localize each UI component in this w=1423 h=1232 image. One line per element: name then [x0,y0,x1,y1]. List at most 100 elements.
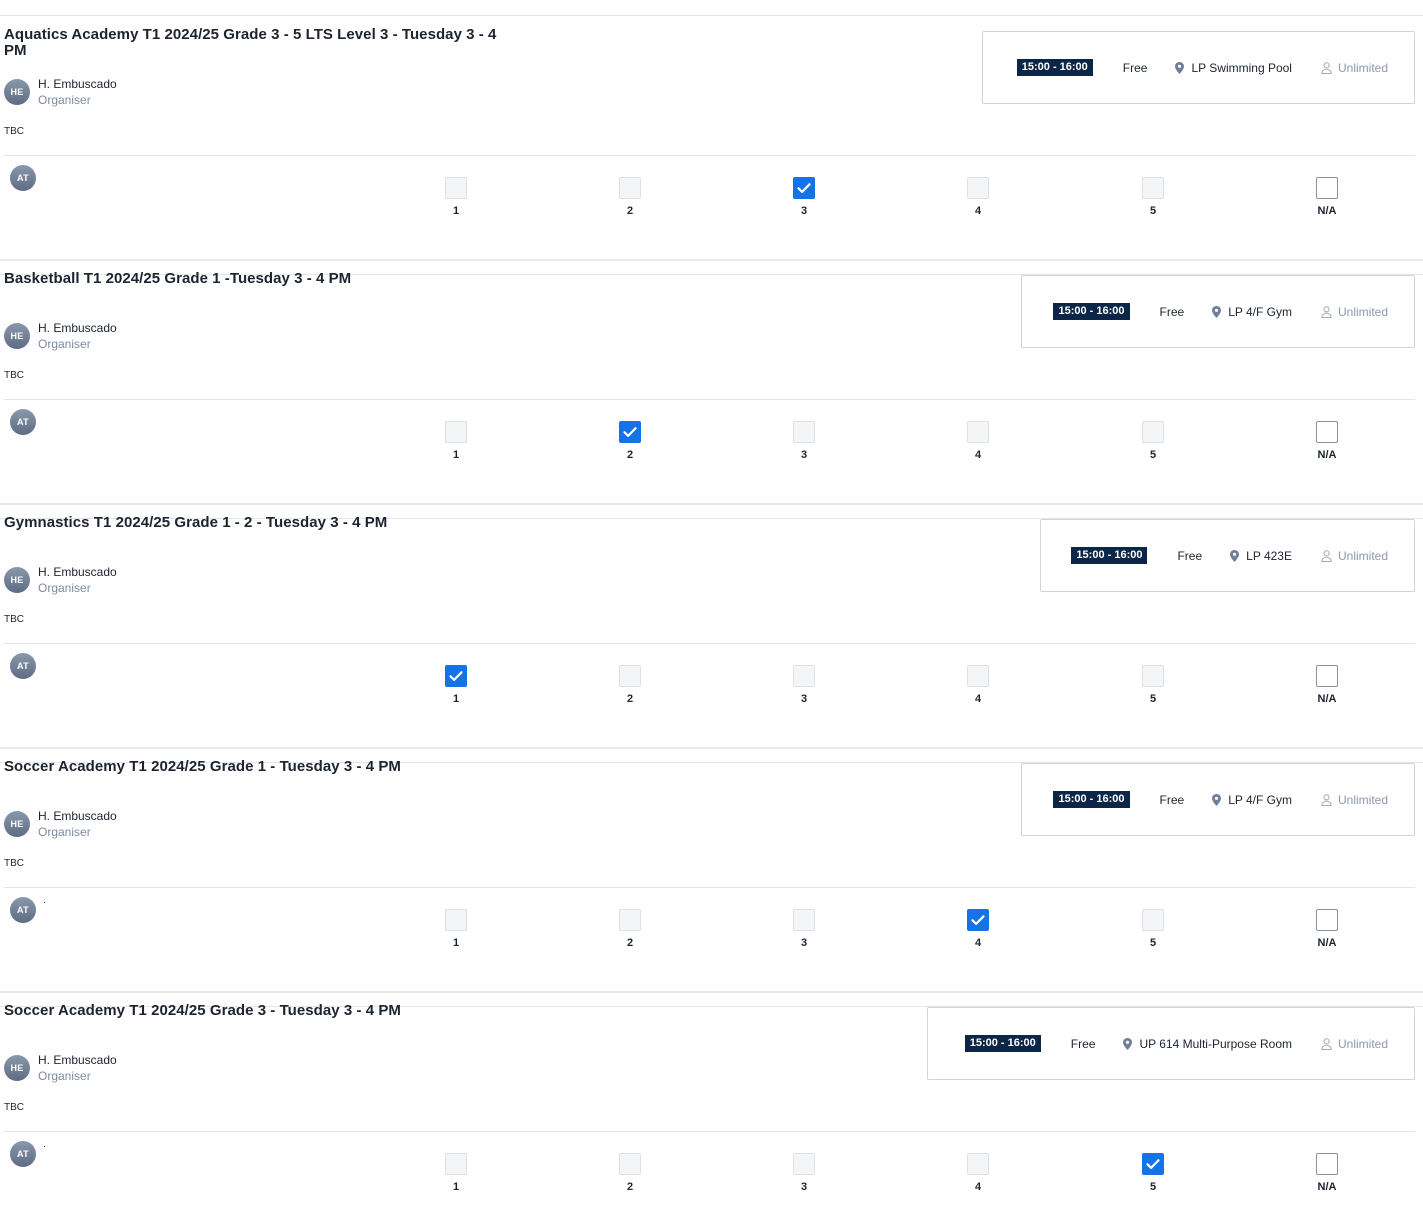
rating-checkbox[interactable] [967,177,989,199]
rating-checkbox[interactable] [1316,665,1338,687]
rating-checkbox[interactable] [793,177,815,199]
capacity: Unlimited [1321,1037,1388,1051]
rating-option-na[interactable]: N/A [1307,177,1347,217]
rating-option-5[interactable]: 5 [1133,1153,1173,1193]
rating-option-na[interactable]: N/A [1307,909,1347,949]
location: UP 614 Multi-Purpose Room [1123,1037,1292,1051]
rating-checkbox[interactable] [1316,421,1338,443]
time-badge: 15:00 - 16:00 [964,1035,1041,1052]
rating-option-5[interactable]: 5 [1133,909,1173,949]
price-label: Free [1177,548,1203,563]
location-label: LP 4/F Gym [1228,304,1292,319]
rating-checkbox[interactable] [619,665,641,687]
activity-title[interactable]: Soccer Academy T1 2024/25 Grade 3 - Tues… [4,1003,704,1019]
rating-label: 1 [452,205,460,217]
rating-checkbox[interactable] [967,665,989,687]
rating-option-3[interactable]: 3 [784,909,824,949]
rating-checkbox[interactable] [619,1153,641,1175]
organiser-avatar: HE [4,323,30,349]
organiser-role: Organiser [38,93,91,107]
rating-option-4[interactable]: 4 [958,1153,998,1193]
rating-option-na[interactable]: N/A [1307,1153,1347,1193]
activity-title[interactable]: Basketball T1 2024/25 Grade 1 -Tuesday 3… [4,271,704,287]
rating-label: 1 [452,937,460,949]
rating-checkbox[interactable] [967,1153,989,1175]
rating-checkbox[interactable] [1142,177,1164,199]
capacity-label: Unlimited [1337,304,1388,319]
section-divider [4,155,1415,156]
rating-option-2[interactable]: 2 [610,1153,650,1193]
rating-option-2[interactable]: 2 [610,421,650,461]
time-badge: 15:00 - 16:00 [1071,547,1148,564]
rating-option-3[interactable]: 3 [784,421,824,461]
checkmark-icon [796,180,812,196]
rating-checkbox[interactable] [1316,1153,1338,1175]
rating-checkbox[interactable] [1142,1153,1164,1175]
rating-option-3[interactable]: 3 [784,1153,824,1193]
rating-checkbox[interactable] [1316,177,1338,199]
rating-option-5[interactable]: 5 [1133,177,1173,217]
activity-description: TBC [4,370,24,381]
rating-option-4[interactable]: 4 [958,421,998,461]
organiser-avatar: HE [4,1055,30,1081]
rating-option-4[interactable]: 4 [958,665,998,705]
rating-label: 3 [800,1181,808,1193]
rating-option-3[interactable]: 3 [784,177,824,217]
rating-option-na[interactable]: N/A [1307,665,1347,705]
rating-label: N/A [1317,693,1337,705]
rating-checkbox[interactable] [793,909,815,931]
rating-checkbox[interactable] [967,909,989,931]
rating-label: 5 [1149,937,1157,949]
activity-title[interactable]: Gymnastics T1 2024/25 Grade 1 - 2 - Tues… [4,515,704,531]
rating-checkbox[interactable] [1316,909,1338,931]
activity-description: TBC [4,1102,24,1113]
rating-checkbox[interactable] [793,665,815,687]
rating-checkbox[interactable] [793,421,815,443]
rating-checkbox[interactable] [445,665,467,687]
rating-checkbox[interactable] [1142,421,1164,443]
rating-option-na[interactable]: N/A [1307,421,1347,461]
activity-description: TBC [4,858,24,869]
activity-description: TBC [4,126,24,137]
organiser: HE H. Embuscado Organiser [4,564,117,596]
rating-checkbox[interactable] [793,1153,815,1175]
rating-option-2[interactable]: 2 [610,177,650,217]
rating-checkbox[interactable] [445,909,467,931]
rating-option-4[interactable]: 4 [958,909,998,949]
rating-option-2[interactable]: 2 [610,665,650,705]
rating-label: N/A [1317,205,1337,217]
rating-option-1[interactable]: 1 [436,909,476,949]
organiser-info: H. Embuscado Organiser [38,76,117,108]
rating-option-1[interactable]: 1 [436,665,476,705]
rating-option-5[interactable]: 5 [1133,421,1173,461]
activity-title[interactable]: Soccer Academy T1 2024/25 Grade 1 - Tues… [4,759,704,775]
rating-checkbox[interactable] [445,1153,467,1175]
rating-option-4[interactable]: 4 [958,177,998,217]
organiser-info: H. Embuscado Organiser [38,1052,117,1084]
rating-checkbox[interactable] [967,421,989,443]
activity-title[interactable]: Aquatics Academy T1 2024/25 Grade 3 - 5 … [4,27,504,59]
rating-label: 5 [1149,693,1157,705]
rating-option-5[interactable]: 5 [1133,665,1173,705]
activity-card: Basketball T1 2024/25 Grade 1 -Tuesday 3… [0,259,1423,519]
checkmark-icon [448,668,464,684]
rating-option-1[interactable]: 1 [436,177,476,217]
rating-checkbox[interactable] [1142,909,1164,931]
rating-option-3[interactable]: 3 [784,665,824,705]
price-label: Free [1159,304,1185,319]
rating-option-2[interactable]: 2 [610,909,650,949]
rating-option-1[interactable]: 1 [436,1153,476,1193]
organiser-name: H. Embuscado [38,809,117,823]
rating-checkbox[interactable] [619,177,641,199]
capacity: Unlimited [1321,61,1388,75]
rating-checkbox[interactable] [445,421,467,443]
rating-option-1[interactable]: 1 [436,421,476,461]
map-pin-icon [1230,549,1246,562]
rating-checkbox[interactable] [619,909,641,931]
rating-label: N/A [1317,1181,1337,1193]
rating-label: 1 [452,693,460,705]
location: LP 4/F Gym [1212,305,1292,319]
rating-checkbox[interactable] [619,421,641,443]
rating-checkbox[interactable] [1142,665,1164,687]
rating-checkbox[interactable] [445,177,467,199]
